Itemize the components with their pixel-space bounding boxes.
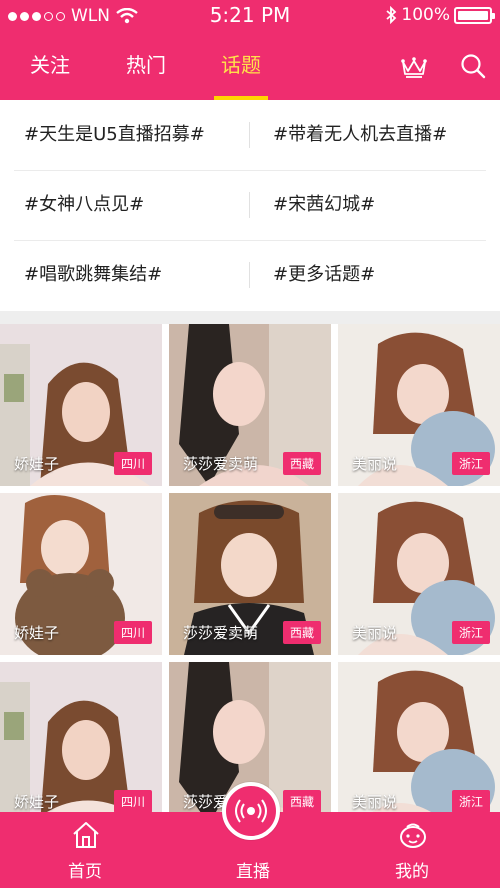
broadcast-icon — [235, 799, 267, 823]
streamer-name: 美丽说 — [352, 455, 398, 473]
bluetooth-icon — [386, 6, 397, 24]
live-card[interactable]: 娇娃子 四川 — [0, 493, 162, 655]
battery-icon — [454, 6, 495, 24]
region-badge: 西藏 — [282, 452, 321, 475]
tab-home-label: 首页 — [68, 862, 102, 882]
tab-hot[interactable]: 热门 — [116, 32, 176, 100]
streamer-name: 莎莎爱卖萌 — [183, 455, 259, 473]
home-icon — [73, 822, 99, 848]
section-gap — [0, 311, 500, 324]
streamer-name: 娇娃子 — [14, 793, 60, 811]
app-header: WLN 5:21 PM 100% 关注 热门 话题 — [0, 0, 500, 100]
region-badge: 四川 — [113, 452, 152, 475]
top-nav: 关注 热门 话题 — [0, 32, 500, 100]
region-badge: 西藏 — [282, 621, 321, 644]
battery-percent: 100% — [401, 5, 450, 25]
topic-item[interactable]: #女神八点见# — [24, 170, 249, 240]
status-bar: WLN 5:21 PM 100% — [0, 0, 500, 32]
crown-icon[interactable] — [400, 52, 428, 80]
tab-mine-label: 我的 — [395, 862, 429, 882]
divider — [249, 122, 250, 148]
topic-item[interactable]: #唱歌跳舞集结# — [24, 240, 249, 310]
region-badge: 四川 — [113, 621, 152, 644]
profile-icon — [400, 823, 426, 848]
streamer-name: 莎莎爱卖萌 — [183, 624, 259, 642]
streamer-name: 美丽说 — [352, 793, 398, 811]
streamer-name: 娇娃子 — [14, 455, 60, 473]
live-grid: 娇娃子 四川 莎莎爱卖萌 西藏 美丽说 浙江 娇娃子 四川 莎莎爱卖萌 西藏 美… — [0, 324, 500, 812]
region-badge: 浙江 — [451, 621, 490, 644]
tab-topics[interactable]: 话题 — [214, 32, 268, 100]
region-badge: 浙江 — [451, 452, 490, 475]
region-badge: 浙江 — [451, 790, 490, 812]
streamer-name: 娇娃子 — [14, 624, 60, 642]
live-card[interactable]: 美丽说 浙江 — [338, 324, 500, 486]
live-card[interactable]: 美丽说 浙江 — [338, 662, 500, 812]
search-icon[interactable] — [459, 52, 487, 80]
topic-item[interactable]: #带着无人机去直播# — [273, 100, 493, 170]
region-badge: 四川 — [113, 790, 152, 812]
divider — [14, 240, 486, 241]
tab-home[interactable]: 首页 — [35, 812, 135, 888]
tab-follow[interactable]: 关注 — [22, 32, 78, 100]
streamer-name: 美丽说 — [352, 624, 398, 642]
topic-more[interactable]: #更多话题# — [273, 240, 493, 310]
live-card[interactable]: 娇娃子 四川 — [0, 324, 162, 486]
tab-mine[interactable]: 我的 — [362, 812, 462, 888]
topics-panel: #天生是U5直播招募# #带着无人机去直播# #女神八点见# #宋茜幻城# #唱… — [0, 100, 500, 311]
divider — [249, 262, 250, 288]
topic-item[interactable]: #天生是U5直播招募# — [24, 100, 249, 170]
live-card[interactable]: 莎莎爱卖萌 西藏 — [169, 493, 331, 655]
topic-item[interactable]: #宋茜幻城# — [273, 170, 493, 240]
region-badge: 西藏 — [282, 790, 321, 812]
divider — [249, 192, 250, 218]
live-button[interactable] — [222, 782, 280, 840]
live-card[interactable]: 娇娃子 四川 — [0, 662, 162, 812]
tab-live-label[interactable]: 直播 — [203, 857, 303, 882]
live-card[interactable]: 美丽说 浙江 — [338, 493, 500, 655]
divider — [14, 170, 486, 171]
live-card[interactable]: 莎莎爱卖萌 西藏 — [169, 324, 331, 486]
